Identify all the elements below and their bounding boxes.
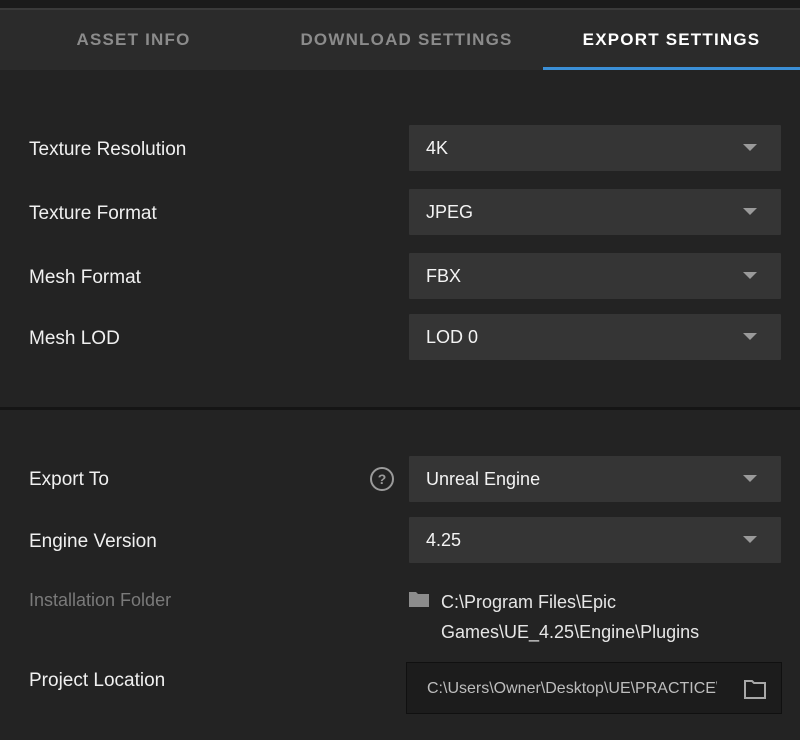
tab-bar: ASSET INFO DOWNLOAD SETTINGS EXPORT SETT… xyxy=(0,10,800,70)
folder-icon xyxy=(409,592,429,607)
mesh-format-label: Mesh Format xyxy=(29,267,141,288)
installation-folder-label: Installation Folder xyxy=(29,590,172,610)
mesh-format-value: FBX xyxy=(426,266,462,286)
export-to-label: Export To xyxy=(29,469,109,490)
installation-folder-path-line2: Games\UE_4.25\Engine\Plugins xyxy=(441,622,700,642)
folder-outline-icon[interactable] xyxy=(743,678,767,700)
texture-resolution-label: Texture Resolution xyxy=(29,139,187,160)
mesh-lod-label: Mesh LOD xyxy=(29,328,120,349)
engine-version-value: 4.25 xyxy=(426,530,462,550)
project-location-value: C:\Users\Owner\Desktop\UE\PRACTICE\ xyxy=(427,680,717,697)
section-divider xyxy=(0,407,800,410)
mesh-format-dropdown[interactable]: FBX xyxy=(409,253,781,299)
chevron-down-icon xyxy=(743,475,757,482)
chevron-down-icon xyxy=(743,536,757,543)
installation-folder-path: C:\Program Files\Epic Games\UE_4.25\Engi… xyxy=(441,587,699,647)
installation-folder-path-line1: C:\Program Files\Epic xyxy=(441,592,617,612)
export-to-value: Unreal Engine xyxy=(426,469,541,489)
export-to-dropdown[interactable]: Unreal Engine xyxy=(409,456,781,502)
question-circle-icon[interactable]: ? xyxy=(370,467,394,491)
texture-format-value: JPEG xyxy=(426,202,474,222)
project-location-label: Project Location xyxy=(29,670,166,691)
mesh-lod-dropdown[interactable]: LOD 0 xyxy=(409,314,781,360)
tab-asset-info[interactable]: ASSET INFO xyxy=(0,10,267,70)
engine-version-label: Engine Version xyxy=(29,531,157,552)
texture-resolution-value: 4K xyxy=(426,138,449,158)
engine-version-dropdown[interactable]: 4.25 xyxy=(409,517,781,563)
chevron-down-icon xyxy=(743,333,757,340)
texture-format-dropdown[interactable]: JPEG xyxy=(409,189,781,235)
tab-export-settings[interactable]: EXPORT SETTINGS xyxy=(543,10,800,70)
texture-format-label: Texture Format xyxy=(29,203,157,224)
project-location-input[interactable]: C:\Users\Owner\Desktop\UE\PRACTICE\ xyxy=(406,662,782,714)
chevron-down-icon xyxy=(743,208,757,215)
tab-download-settings[interactable]: DOWNLOAD SETTINGS xyxy=(270,10,543,70)
window-top-strip xyxy=(0,0,800,10)
active-tab-indicator xyxy=(543,67,800,70)
chevron-down-icon xyxy=(743,272,757,279)
chevron-down-icon xyxy=(743,144,757,151)
mesh-lod-value: LOD 0 xyxy=(426,327,479,347)
texture-resolution-dropdown[interactable]: 4K xyxy=(409,125,781,171)
